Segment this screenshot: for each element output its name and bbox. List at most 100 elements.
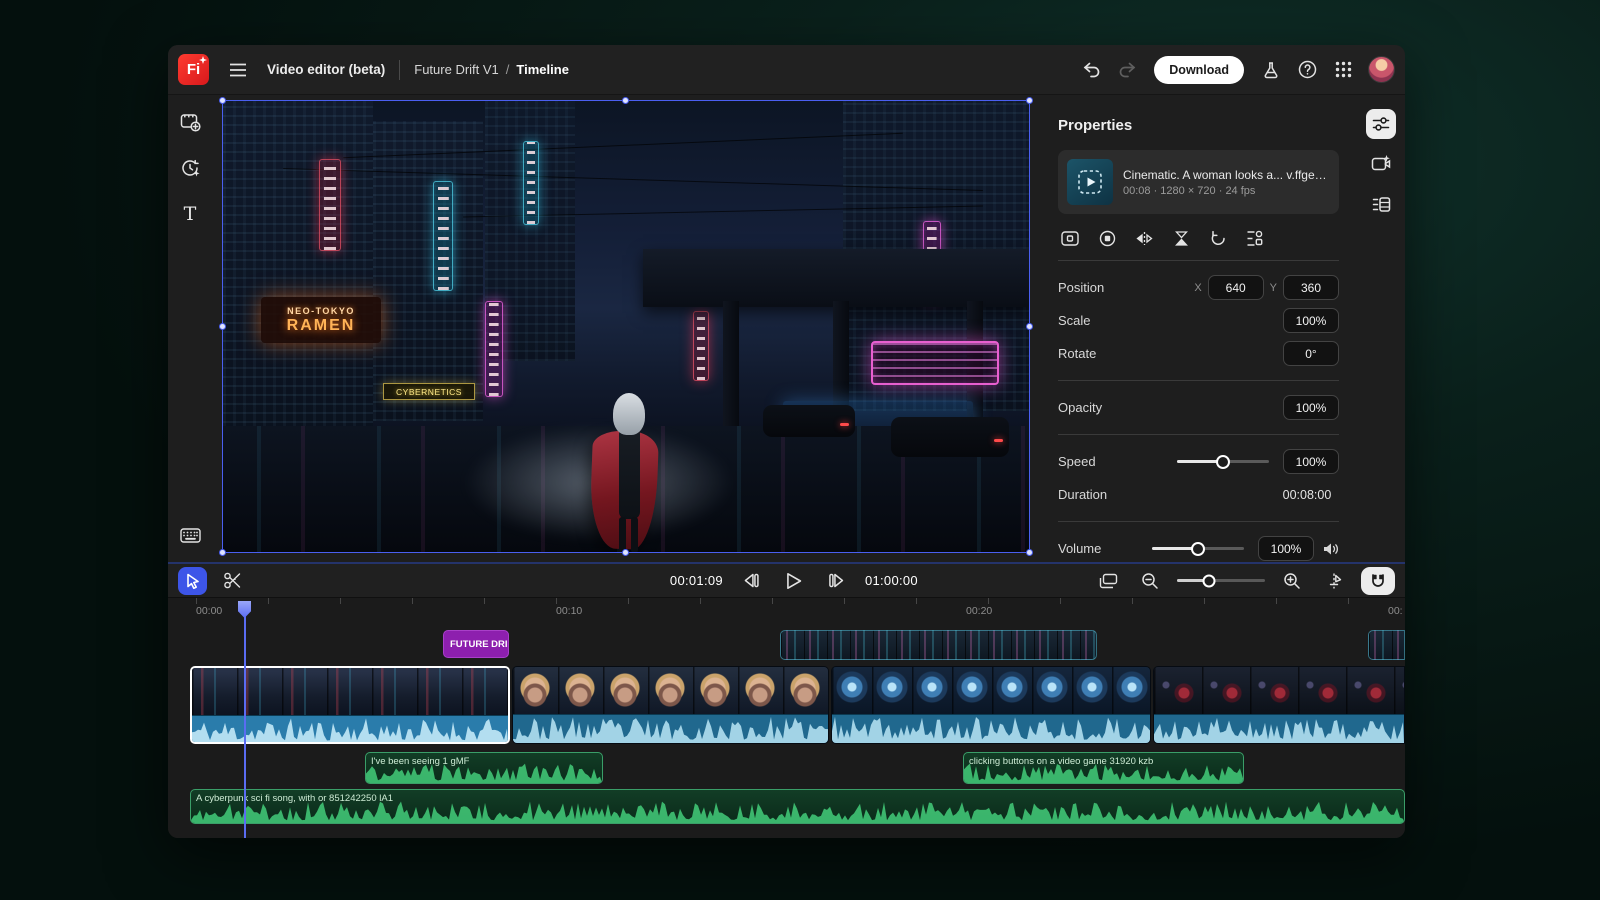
breadcrumb: Future Drift V1 / Timeline xyxy=(414,62,569,77)
selection-handle-bottom-right[interactable] xyxy=(1026,549,1033,556)
generate-video-icon[interactable] xyxy=(1366,149,1396,179)
clip-audio-panel xyxy=(1154,714,1404,743)
speaker-icon[interactable] xyxy=(1323,542,1339,556)
selection-handle-mid-left[interactable] xyxy=(219,323,226,330)
timeline-zoom-slider[interactable] xyxy=(1177,579,1265,582)
breadcrumb-project[interactable]: Future Drift V1 xyxy=(414,62,499,77)
position-row: Position X 640 Y 360 xyxy=(1058,271,1339,304)
mask-icon[interactable] xyxy=(1097,228,1117,248)
apps-grid-icon[interactable] xyxy=(1328,55,1358,85)
timeline: 00:00 00:10 00:20 00: FUTURE DRIF I've xyxy=(168,598,1405,838)
clip-filmstrip xyxy=(192,668,508,715)
properties-tab-icon[interactable] xyxy=(1366,109,1396,139)
current-timecode: 00:01:09 xyxy=(670,573,723,588)
step-back-icon[interactable] xyxy=(736,566,766,596)
keyboard-shortcuts-icon[interactable] xyxy=(175,520,205,550)
avatar[interactable] xyxy=(1368,56,1395,83)
play-icon[interactable] xyxy=(779,566,809,596)
reverse-icon[interactable] xyxy=(1171,228,1191,248)
divider xyxy=(1058,434,1339,435)
help-icon[interactable] xyxy=(1292,55,1322,85)
text-clip[interactable]: FUTURE DRIF xyxy=(443,630,509,658)
playhead-line[interactable] xyxy=(244,603,246,838)
volume-input[interactable]: 100% xyxy=(1258,536,1314,561)
ruler-tick xyxy=(412,598,413,604)
speed-input[interactable]: 100% xyxy=(1283,449,1339,474)
ruler-tick xyxy=(1060,598,1061,604)
firefly-logo[interactable]: Fi xyxy=(178,54,209,85)
split-at-playhead-icon[interactable] xyxy=(1319,566,1349,596)
volume-row: Volume 100% xyxy=(1058,532,1339,565)
audio-waveform xyxy=(192,716,508,744)
scene-figure-woman xyxy=(589,393,679,552)
rotate-icon[interactable] xyxy=(1208,228,1228,248)
menu-icon[interactable] xyxy=(223,55,253,85)
scale-input[interactable]: 100% xyxy=(1283,308,1339,333)
rotate-input[interactable]: 0° xyxy=(1283,341,1339,366)
step-forward-icon[interactable] xyxy=(822,566,852,596)
timeline-ruler[interactable]: 00:00 00:10 00:20 00: xyxy=(168,598,1405,622)
audio-clip-2[interactable]: clicking buttons on a video game 31920 k… xyxy=(963,752,1244,784)
speed-slider-thumb[interactable] xyxy=(1216,455,1230,469)
video-clip-3[interactable] xyxy=(831,666,1151,744)
audio-waveform xyxy=(832,715,1150,743)
speed-row: Speed 100% xyxy=(1058,445,1339,478)
speed-slider[interactable] xyxy=(1177,460,1269,463)
audio-clip-label: I've been seeing 1 gMF xyxy=(371,756,469,767)
volume-slider[interactable] xyxy=(1152,547,1244,550)
flip-horizontal-icon[interactable] xyxy=(1134,228,1154,248)
snapping-toggle[interactable] xyxy=(1361,567,1395,595)
selection-handle-top-left[interactable] xyxy=(219,97,226,104)
selection-handle-bottom-left[interactable] xyxy=(219,549,226,556)
volume-label: Volume xyxy=(1058,541,1152,556)
volume-slider-thumb[interactable] xyxy=(1191,542,1205,556)
split-tool-icon[interactable] xyxy=(217,566,247,596)
audio-clip-1[interactable]: I've been seeing 1 gMF xyxy=(365,752,603,784)
add-media-icon[interactable] xyxy=(175,107,205,137)
speed-label: Speed xyxy=(1058,454,1177,469)
fit-timeline-icon[interactable] xyxy=(1093,566,1123,596)
music-clip[interactable]: A cyberpunk sci fi song, with or 8512422… xyxy=(190,789,1405,824)
text-tool-icon[interactable]: T xyxy=(175,199,205,229)
divider xyxy=(1058,521,1339,522)
video-clip-4[interactable] xyxy=(1153,666,1405,744)
ruler-tick xyxy=(340,598,341,604)
magnet-icon xyxy=(1370,573,1386,589)
scene-car xyxy=(891,417,1009,457)
position-x-input[interactable]: 640 xyxy=(1208,275,1264,300)
select-tool-button[interactable] xyxy=(178,567,207,595)
download-button[interactable]: Download xyxy=(1154,56,1244,84)
right-toolbar xyxy=(1357,95,1405,562)
scene-figure-body xyxy=(619,427,640,519)
overlay-video-clip[interactable] xyxy=(780,630,1097,660)
video-clip-2[interactable] xyxy=(512,666,829,744)
undo-icon[interactable] xyxy=(1076,55,1106,85)
order-icon[interactable] xyxy=(1245,228,1265,248)
scene-building xyxy=(223,101,373,441)
media-queue-icon[interactable] xyxy=(1366,189,1396,219)
selection-handle-top-right[interactable] xyxy=(1026,97,1033,104)
video-preview[interactable]: NEO-TOKYO RAMEN CYBERNETICS xyxy=(222,100,1030,553)
ramen-sign-line2: RAMEN xyxy=(287,317,356,335)
ruler-tick xyxy=(628,598,629,604)
beaker-icon[interactable] xyxy=(1256,55,1286,85)
selection-handle-top-center[interactable] xyxy=(622,97,629,104)
overlay-video-clip-partial[interactable] xyxy=(1368,630,1405,660)
ruler-tick xyxy=(1132,598,1133,604)
video-clip-1-selected[interactable] xyxy=(190,666,510,744)
frame-icon[interactable] xyxy=(1060,228,1080,248)
position-y-input[interactable]: 360 xyxy=(1283,275,1339,300)
opacity-input[interactable]: 100% xyxy=(1283,395,1339,420)
scene-car-taillight xyxy=(994,439,1003,442)
ruler-label: 00:20 xyxy=(966,605,992,617)
selected-clip-card[interactable]: Cinematic. A woman looks a... v.ffgenvid… xyxy=(1058,150,1339,214)
zoom-slider-thumb[interactable] xyxy=(1202,574,1215,587)
zoom-in-icon[interactable] xyxy=(1277,566,1307,596)
selection-handle-mid-right[interactable] xyxy=(1026,323,1033,330)
left-toolbar: T xyxy=(168,95,212,562)
zoom-out-icon[interactable] xyxy=(1135,566,1165,596)
generation-history-icon[interactable] xyxy=(175,153,205,183)
video-clip-icon xyxy=(1077,169,1103,195)
selection-handle-bottom-center[interactable] xyxy=(622,549,629,556)
redo-icon[interactable] xyxy=(1112,55,1142,85)
